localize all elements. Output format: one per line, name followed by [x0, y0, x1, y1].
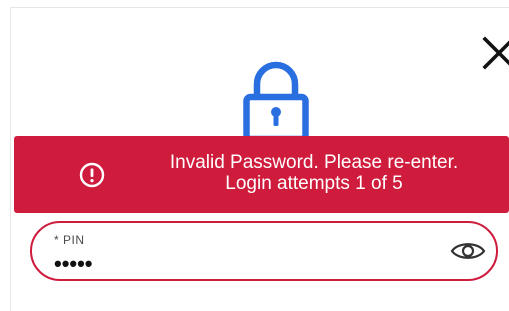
- lock-icon: [243, 61, 309, 142]
- pin-field[interactable]: * PIN •••••: [30, 221, 498, 281]
- close-button[interactable]: [481, 35, 509, 71]
- error-message-line-2: Login attempts 1 of 5: [225, 173, 403, 194]
- error-message-line-1: Invalid Password. Please re-enter.: [169, 152, 459, 173]
- close-icon: [482, 36, 509, 70]
- pin-input[interactable]: •••••: [54, 251, 93, 277]
- error-message: Invalid Password. Please re-enter. Login…: [134, 152, 494, 194]
- error-banner: Invalid Password. Please re-enter. Login…: [14, 136, 509, 213]
- alert-circle-icon: [79, 162, 105, 188]
- pin-label: * PIN: [54, 233, 85, 247]
- eye-icon[interactable]: [450, 239, 486, 263]
